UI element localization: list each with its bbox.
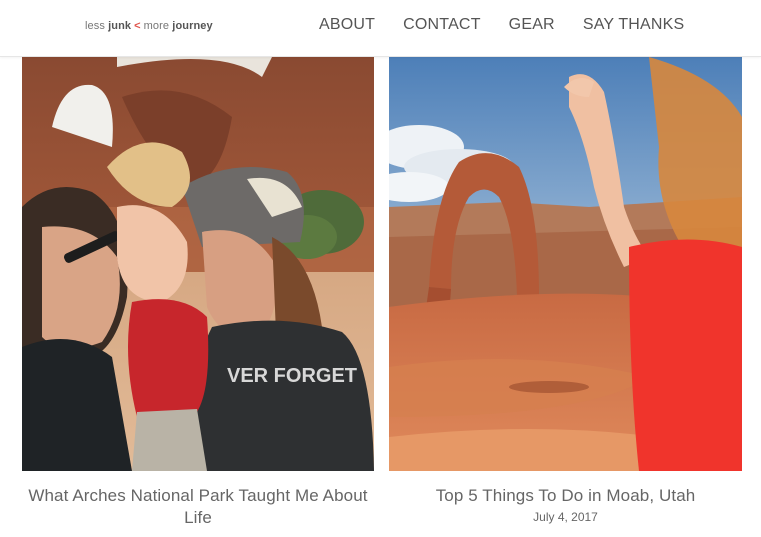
nav-about[interactable]: ABOUT xyxy=(319,16,375,34)
post-title-arches[interactable]: What Arches National Park Taught Me Abou… xyxy=(22,485,374,529)
logo-text-journey: journey xyxy=(172,20,213,32)
main-nav: ABOUT CONTACT GEAR SAY THANKS xyxy=(319,16,684,34)
nav-say-thanks[interactable]: SAY THANKS xyxy=(583,16,685,34)
logo-text-junk: junk xyxy=(108,20,132,32)
site-header: less junk < more journey ABOUT CONTACT GEA… xyxy=(0,0,761,57)
post-title-moab[interactable]: Top 5 Things To Do in Moab, Utah xyxy=(389,485,742,507)
shirt-text: VER FORGET xyxy=(227,365,357,387)
family-arches-photo: VER FORGET xyxy=(22,57,374,471)
nav-gear[interactable]: GEAR xyxy=(509,16,555,34)
post-thumbnail-moab[interactable] xyxy=(389,57,742,471)
post-thumbnail-arches[interactable]: VER FORGET xyxy=(22,57,374,471)
post-card-arches: VER FORGET What Arches National Park Tau… xyxy=(22,57,374,529)
delicate-arch-photo xyxy=(389,57,742,471)
nav-contact[interactable]: CONTACT xyxy=(403,16,481,34)
post-card-moab: Top 5 Things To Do in Moab, Utah July 4,… xyxy=(389,57,742,524)
logo-arrow: < xyxy=(134,20,141,32)
post-date-moab: July 4, 2017 xyxy=(533,510,598,524)
logo-text-more: more xyxy=(143,20,170,32)
logo-text-less: less xyxy=(85,20,105,32)
site-logo[interactable]: less junk < more journey xyxy=(85,20,213,32)
